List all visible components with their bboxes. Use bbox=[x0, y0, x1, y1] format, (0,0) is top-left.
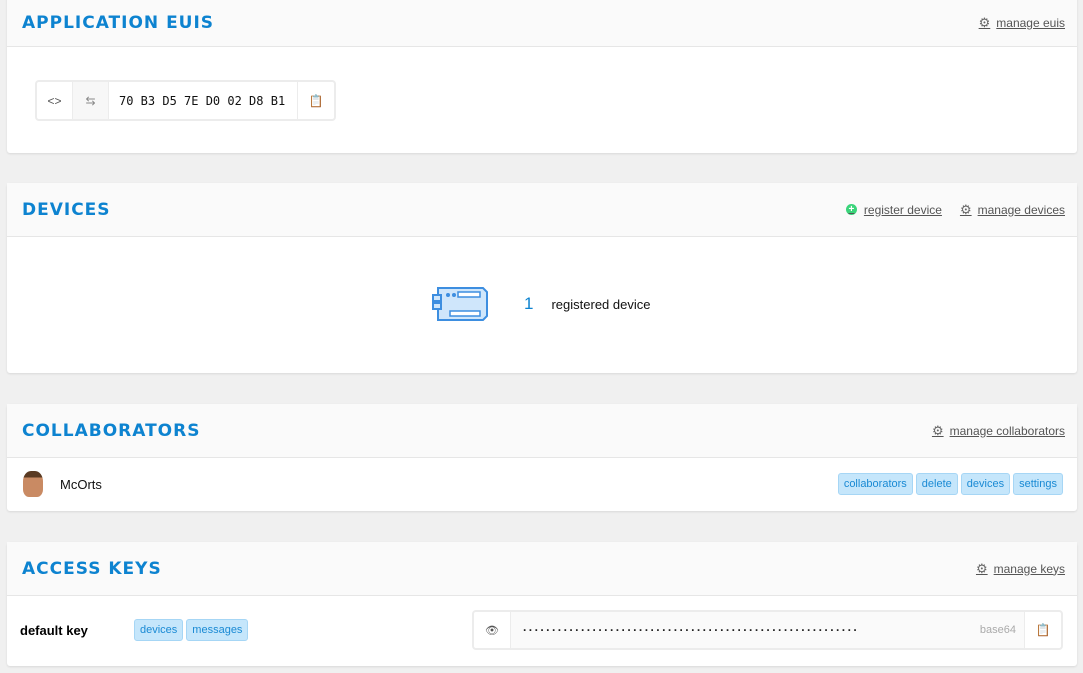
plus-icon: + bbox=[845, 204, 857, 215]
code-icon: <> bbox=[47, 93, 62, 108]
gear-icon: ⚙ bbox=[975, 560, 988, 576]
masked-key: ········································… bbox=[523, 623, 860, 637]
key-name: default key bbox=[20, 622, 88, 638]
section-title: APPLICATION EUIS bbox=[22, 13, 215, 33]
gear-icon: ⚙ bbox=[959, 201, 972, 217]
manage-collaborators-link[interactable]: ⚙ manage collaborators bbox=[932, 423, 1065, 439]
clipboard-icon: 📋 bbox=[308, 93, 324, 108]
code-toggle-button[interactable]: <> bbox=[37, 82, 73, 119]
right-tag: settings bbox=[1013, 473, 1063, 495]
right-tag: collaborators bbox=[837, 473, 913, 495]
device-count-label: registered device bbox=[551, 296, 651, 312]
gear-icon: ⚙ bbox=[978, 15, 991, 30]
device-summary: 1 registered device bbox=[432, 287, 650, 321]
show-key-button[interactable]: 👁 bbox=[474, 612, 511, 648]
eui-field: <> ⇆ 70 B3 D5 7E D0 02 D8 B1 📋 bbox=[35, 80, 336, 121]
key-format[interactable]: base64 bbox=[980, 624, 1016, 636]
swap-icon: ⇆ bbox=[85, 93, 96, 108]
devices-card: DEVICES + register device ⚙ manage devices… bbox=[7, 183, 1077, 373]
right-tag: devices bbox=[960, 473, 1011, 495]
key-field: 👁 ······································… bbox=[472, 610, 1063, 650]
eui-value[interactable]: 70 B3 D5 7E D0 02 D8 B1 bbox=[109, 82, 298, 119]
section-title: COLLABORATORS bbox=[22, 420, 201, 441]
collaborators-card: COLLABORATORS ⚙ manage collaborators McOr… bbox=[7, 404, 1077, 511]
section-title: DEVICES bbox=[22, 199, 111, 220]
device-board-icon bbox=[432, 287, 488, 321]
right-tag: devices bbox=[134, 619, 184, 641]
manage-devices-link[interactable]: ⚙ manage devices bbox=[960, 202, 1065, 218]
clipboard-icon: 📋 bbox=[1035, 623, 1051, 637]
collaborator-name: McOrts bbox=[60, 476, 102, 492]
byte-order-button[interactable]: ⇆ bbox=[73, 82, 109, 119]
copy-button[interactable]: 📋 bbox=[298, 82, 334, 119]
collaborator-row: McOrts collaborators delete devices sett… bbox=[7, 458, 1077, 510]
right-tag: messages bbox=[186, 619, 249, 641]
manage-euis-link[interactable]: ⚙ manage euis bbox=[979, 15, 1065, 31]
link-label: manage collaborators bbox=[949, 423, 1065, 438]
manage-keys-link[interactable]: ⚙ manage keys bbox=[976, 561, 1065, 577]
device-count: 1 bbox=[524, 294, 534, 313]
access-key-row: default key devices messages 👁 ·········… bbox=[7, 596, 1077, 664]
application-euis-card: APPLICATION EUIS ⚙ manage euis <> ⇆ 70 B3… bbox=[7, 0, 1077, 153]
link-label: manage keys bbox=[993, 561, 1065, 576]
access-keys-card: ACCESS KEYS ⚙ manage keys default key dev… bbox=[7, 542, 1077, 666]
register-device-link[interactable]: + register device bbox=[845, 202, 942, 217]
gear-icon: ⚙ bbox=[931, 422, 944, 438]
link-label: manage devices bbox=[977, 202, 1065, 217]
link-label: register device bbox=[863, 202, 942, 217]
eye-icon: 👁 bbox=[485, 624, 499, 637]
link-label: manage euis bbox=[996, 16, 1065, 30]
right-tag: delete bbox=[915, 473, 958, 495]
key-value[interactable]: ········································… bbox=[511, 612, 1025, 648]
section-title: ACCESS KEYS bbox=[22, 558, 162, 579]
copy-key-button[interactable]: 📋 bbox=[1025, 612, 1061, 648]
avatar bbox=[23, 471, 43, 497]
